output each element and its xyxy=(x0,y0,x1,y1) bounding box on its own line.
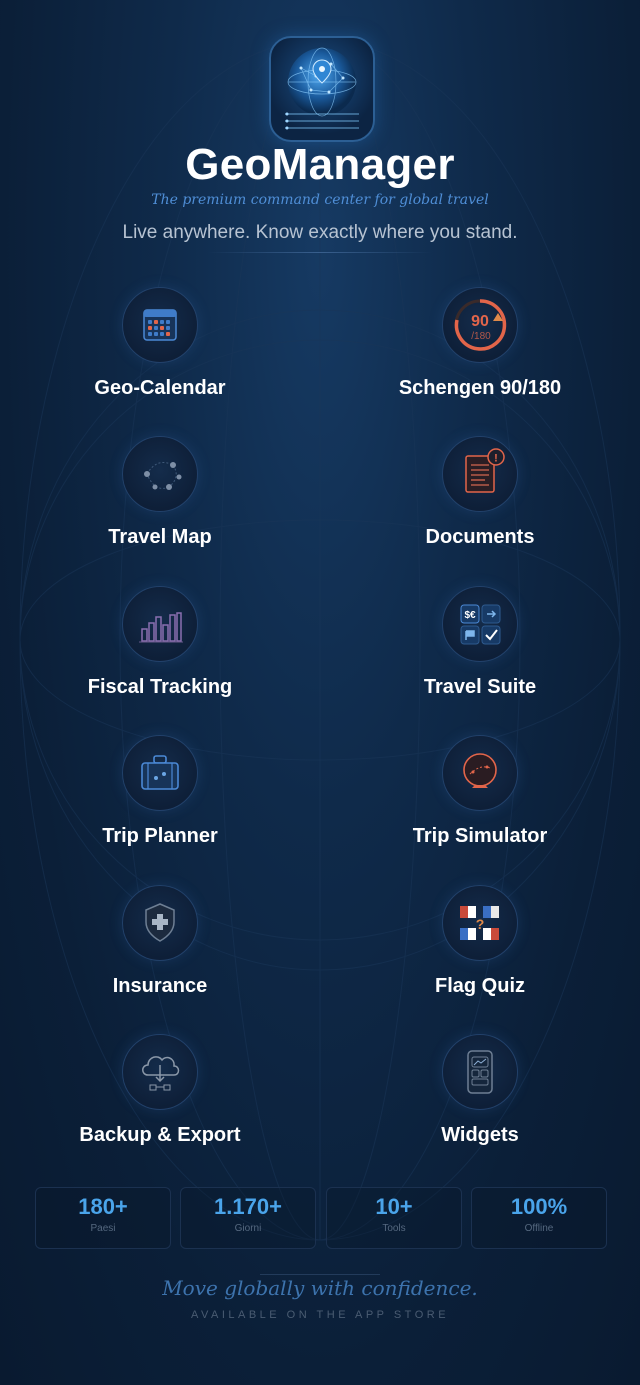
stat-value: 180+ xyxy=(78,1194,128,1219)
travel-map-icon xyxy=(122,436,198,512)
feature-label: Trip Planner xyxy=(102,825,218,847)
app-tagline: The premium command center for global tr… xyxy=(151,192,489,208)
app-store-availability[interactable]: AVAILABLE ON THE APP STORE xyxy=(0,1309,640,1321)
stat-label: Tools xyxy=(382,1223,406,1234)
feature-label: Travel Suite xyxy=(423,676,537,698)
flag-quiz-icon: ? xyxy=(442,885,518,961)
stat-value: 100% xyxy=(510,1194,568,1219)
stat-card-countries: 180+ Paesi xyxy=(35,1187,171,1249)
feature-label: Trip Simulator xyxy=(412,825,548,847)
simulator-globe-icon xyxy=(442,735,518,811)
feature-label: Geo-Calendar xyxy=(94,377,226,399)
feature-label: Flag Quiz xyxy=(435,975,525,997)
stat-value: 10+ xyxy=(375,1194,413,1219)
app-subtitle: Live anywhere. Know exactly where you st… xyxy=(122,222,518,243)
phone-widget-icon xyxy=(442,1034,518,1110)
gauge-value: 90 xyxy=(471,313,489,330)
feature-label: Travel Map xyxy=(108,526,212,548)
cloud-download-icon xyxy=(122,1034,198,1110)
footer-slogan: Move globally with confidence. xyxy=(162,1276,478,1300)
footer-divider xyxy=(260,1274,380,1275)
stat-label: Paesi xyxy=(90,1223,116,1234)
currency-text: $€ xyxy=(464,610,476,621)
stat-value: 1.170+ xyxy=(214,1194,282,1219)
stat-card-days: 1.170+ Giorni xyxy=(180,1187,316,1249)
feature-label: Documents xyxy=(425,526,535,548)
feature-label: Widgets xyxy=(441,1124,519,1146)
gauge-total: /180 xyxy=(471,331,491,342)
app-title: GeoManager xyxy=(185,140,455,189)
schengen-gauge-icon: 90 /180 xyxy=(442,287,518,363)
bar-chart-icon xyxy=(122,586,198,662)
quiz-mark: ? xyxy=(476,916,485,932)
feature-label: Backup & Export xyxy=(79,1124,241,1146)
feature-label: Fiscal Tracking xyxy=(87,676,233,698)
stat-label: Giorni xyxy=(234,1223,262,1234)
documents-icon: ! xyxy=(442,436,518,512)
travel-suite-icon: $€ xyxy=(442,586,518,662)
app-logo-globe xyxy=(269,36,375,142)
stat-card-offline: 100% Offline xyxy=(471,1187,607,1249)
feature-label: Schengen 90/180 xyxy=(398,377,562,399)
header-divider xyxy=(208,252,432,253)
alert-badge: ! xyxy=(494,453,498,465)
feature-label: Insurance xyxy=(112,975,208,997)
stat-label: Offline xyxy=(524,1223,554,1234)
calendar-icon xyxy=(122,287,198,363)
suitcase-icon xyxy=(122,735,198,811)
shield-icon xyxy=(122,885,198,961)
stat-card-tools: 10+ Tools xyxy=(326,1187,462,1249)
